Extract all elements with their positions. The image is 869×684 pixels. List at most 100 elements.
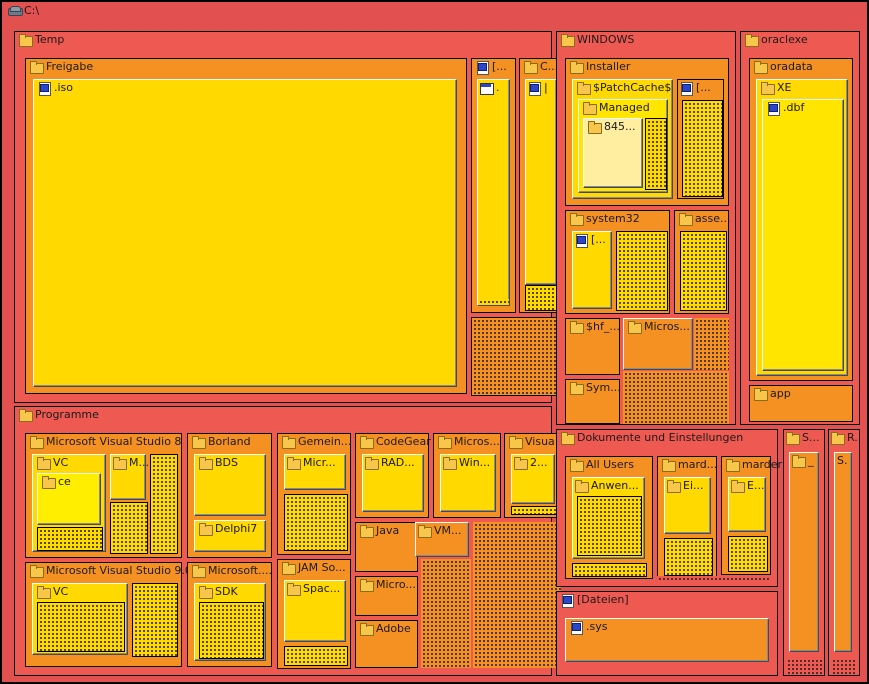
node-patchcache[interactable]: $PatchCache$ Managed 845... bbox=[572, 79, 673, 199]
node-hf[interactable]: $hf_... bbox=[565, 318, 620, 375]
free-space bbox=[616, 231, 668, 311]
node-dbf-file[interactable]: .dbf bbox=[762, 99, 844, 371]
folder-icon bbox=[360, 579, 374, 592]
node-right-s[interactable]: S... _ bbox=[783, 429, 825, 676]
visual-2-label: 2... bbox=[530, 456, 548, 469]
file-icon bbox=[528, 82, 541, 96]
folder-icon bbox=[199, 457, 213, 470]
node-borland[interactable]: Borland BDS Delphi7 bbox=[187, 433, 272, 558]
node-gemeinsam[interactable]: Gemein... Micr... bbox=[277, 433, 351, 555]
node-vs8-m[interactable]: M... bbox=[110, 454, 149, 500]
node-vs8-vc-ce[interactable]: ce bbox=[37, 473, 101, 525]
managed-label-row: Managed bbox=[583, 101, 650, 115]
node-windows[interactable]: WINDOWS Installer $PatchCache$ Managed 8… bbox=[556, 31, 736, 425]
node-col-a-file[interactable]: . bbox=[477, 79, 510, 306]
node-845-hash[interactable]: 845... bbox=[583, 118, 643, 188]
node-micro[interactable]: Micro... bbox=[355, 576, 418, 616]
file-icon bbox=[38, 82, 51, 96]
node-spac[interactable]: Spac... bbox=[284, 580, 346, 642]
root-label-row: C:\ bbox=[8, 4, 39, 18]
node-system32-file[interactable]: [... bbox=[572, 231, 612, 309]
node-symbols[interactable]: Sym... bbox=[565, 379, 621, 424]
node-marder[interactable]: marder E... bbox=[721, 456, 782, 575]
node-gemeinsam-micr[interactable]: Micr... bbox=[284, 454, 346, 490]
node-jamso[interactable]: JAM So... Spac... bbox=[277, 559, 351, 669]
folder-icon bbox=[360, 525, 374, 538]
node-anwendungsdaten[interactable]: Anwen... bbox=[572, 477, 645, 559]
folder-icon bbox=[113, 457, 127, 470]
node-microsoft-sdk[interactable]: Microsoft.... SDK bbox=[187, 562, 272, 667]
free-space bbox=[786, 658, 822, 674]
folder-icon bbox=[30, 436, 44, 449]
node-marder-e[interactable]: E... bbox=[728, 477, 766, 532]
node-java[interactable]: Java bbox=[355, 522, 418, 572]
node-oradata[interactable]: oradata XE .dbf bbox=[749, 58, 853, 381]
node-installer[interactable]: Installer $PatchCache$ Managed 845... [.… bbox=[565, 58, 729, 206]
node-mard[interactable]: mard... Ei... bbox=[657, 456, 717, 579]
node-installer-sidefile[interactable]: [... bbox=[677, 79, 724, 199]
folder-icon bbox=[360, 436, 374, 449]
sdk-label-row: SDK bbox=[199, 585, 238, 599]
node-programme[interactable]: Programme Microsoft Visual Studio 8 VC c… bbox=[14, 406, 565, 676]
node-dokumente[interactable]: Dokumente und Einstellungen All Users An… bbox=[556, 429, 782, 587]
col-a-file-label: . bbox=[496, 81, 500, 94]
sdk-label: SDK bbox=[215, 585, 238, 598]
node-col-b-file[interactable]: | bbox=[525, 79, 557, 285]
node-micros[interactable]: Micros... Win... bbox=[433, 433, 501, 518]
folder-icon bbox=[831, 432, 845, 445]
spac-label-row: Spac... bbox=[287, 582, 340, 596]
right-s-label: S... bbox=[802, 431, 820, 444]
node-right-r[interactable]: R. S. bbox=[828, 429, 860, 676]
node-right-s-sub[interactable]: _ bbox=[789, 452, 819, 652]
node-sdk[interactable]: SDK bbox=[194, 583, 266, 661]
node-vs9-vc[interactable]: VC bbox=[32, 583, 128, 655]
node-temp[interactable]: Temp Freigabe .iso [... . C... | bbox=[14, 31, 565, 403]
node-codegear[interactable]: CodeGear RAD... bbox=[355, 433, 431, 518]
folder-icon bbox=[30, 61, 44, 74]
right-r-sub-row: S. bbox=[837, 454, 847, 468]
node-vs8-vc[interactable]: VC ce bbox=[32, 454, 106, 552]
node-delphi7[interactable]: Delphi7 bbox=[194, 520, 266, 552]
node-mard-ei[interactable]: Ei... bbox=[664, 477, 711, 534]
node-right-r-sub[interactable]: S. bbox=[834, 452, 852, 652]
node-vs9[interactable]: Microsoft Visual Studio 9.0 VC bbox=[25, 562, 192, 667]
node-temp-col-a[interactable]: [... . bbox=[471, 58, 516, 313]
node-oraclexe[interactable]: oraclexe oradata XE .dbf app bbox=[740, 31, 860, 425]
node-win[interactable]: Win... bbox=[440, 454, 496, 512]
node-iso-file[interactable]: .iso bbox=[33, 79, 457, 387]
node-rad[interactable]: RAD... bbox=[362, 454, 424, 512]
node-vmware[interactable]: VM... bbox=[415, 522, 469, 557]
free-space bbox=[511, 506, 557, 515]
adobe-label-row: Adobe bbox=[360, 622, 411, 636]
node-xe[interactable]: XE .dbf bbox=[756, 79, 848, 376]
file-icon bbox=[680, 82, 693, 96]
node-freigabe[interactable]: Freigabe .iso bbox=[25, 58, 467, 394]
vs8-vc-label-row: VC bbox=[37, 456, 68, 470]
node-sys-file[interactable]: .sys bbox=[565, 618, 769, 662]
programme-label: Programme bbox=[35, 408, 99, 421]
gem-micr-label: Micr... bbox=[303, 456, 336, 469]
free-space bbox=[525, 285, 559, 311]
dbf-label: .dbf bbox=[783, 101, 805, 114]
node-dateien[interactable]: [Dateien] .sys bbox=[556, 591, 778, 676]
node-visual[interactable]: Visua... 2... bbox=[504, 433, 565, 518]
node-system32[interactable]: system32 [... bbox=[565, 210, 670, 314]
node-managed[interactable]: Managed 845... bbox=[578, 99, 668, 193]
folder-icon bbox=[561, 34, 575, 47]
node-adobe[interactable]: Adobe bbox=[355, 620, 418, 668]
node-vs8[interactable]: Microsoft Visual Studio 8 VC ce M... bbox=[25, 433, 182, 558]
col-b-file-label: | bbox=[544, 81, 548, 94]
hash-label: 845... bbox=[604, 120, 636, 133]
node-all-users[interactable]: All Users Anwen... bbox=[565, 456, 653, 579]
treemap-root[interactable]: C:\ Temp Freigabe .iso [... . C... | WIN… bbox=[0, 0, 869, 684]
node-app[interactable]: app bbox=[749, 385, 853, 422]
node-bds[interactable]: BDS bbox=[194, 454, 266, 516]
folder-icon bbox=[192, 565, 206, 578]
node-windows-microsoft[interactable]: Micros... bbox=[623, 318, 693, 370]
vmware-label-row: VM... bbox=[418, 524, 462, 538]
node-visual-2[interactable]: 2... bbox=[511, 454, 555, 504]
mard-label-row: mard... bbox=[662, 458, 717, 472]
assembly-label-row: asse... bbox=[679, 212, 730, 226]
free-space bbox=[664, 538, 713, 576]
node-assembly[interactable]: asse... bbox=[674, 210, 730, 314]
